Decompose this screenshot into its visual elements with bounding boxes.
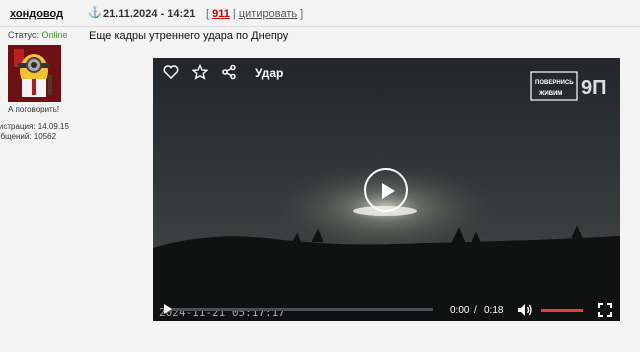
share-icon[interactable] (221, 64, 237, 80)
duration: 0:18 (484, 305, 504, 316)
status-online: Online (41, 30, 68, 40)
heart-icon[interactable] (163, 64, 179, 80)
video-title: Удар (255, 66, 284, 80)
anchor-icon[interactable]: ⚓ (88, 6, 102, 19)
post-text: Еще кадры утреннего удара по Днепру (89, 30, 289, 42)
star-icon[interactable] (192, 64, 208, 80)
logo-mark: 9П (581, 77, 607, 99)
video-player[interactable]: Удар ПОВЕРНИСЬ ЖИВИМ 9П 2024-11-21 05:17… (153, 58, 620, 321)
post-date: 21.11.2024 - 14:21 (103, 8, 196, 20)
logo-text-1: ПОВЕРНИСЬ (535, 80, 574, 86)
post-meta: [ 911 | цитировать ] (206, 8, 304, 20)
time-separator: / (474, 305, 477, 316)
channel-logo: ПОВЕРНИСЬ ЖИВИМ 9П (529, 68, 611, 104)
current-time: 0:00 (450, 305, 470, 316)
user-title: А поговорить! (8, 105, 60, 114)
volume-slider[interactable] (541, 309, 583, 312)
post-number-link[interactable]: 911 (212, 8, 230, 20)
user-status: Статус: Online (8, 30, 67, 40)
quote-link[interactable]: цитировать (239, 8, 297, 20)
status-label: Статус: (8, 30, 39, 40)
fullscreen-icon[interactable] (598, 303, 612, 317)
logo-text-2: ЖИВИМ (538, 91, 562, 97)
play-button[interactable] (364, 168, 408, 212)
user-registration: гистрация: 14.09.15 (0, 122, 69, 131)
play-small-icon[interactable] (163, 303, 173, 315)
play-icon (382, 183, 395, 199)
progress-bar[interactable] (163, 308, 433, 311)
post-header: хондовод ⚓ 21.11.2024 - 14:21 [ 911 | ци… (0, 0, 640, 27)
user-post-count: общений: 10562 (0, 132, 57, 141)
volume-icon[interactable] (517, 303, 533, 317)
author-link[interactable]: хондовод (10, 8, 63, 20)
avatar[interactable] (8, 45, 61, 102)
user-sidebar: Статус: Online А поговорить! гистрация: … (0, 26, 82, 352)
